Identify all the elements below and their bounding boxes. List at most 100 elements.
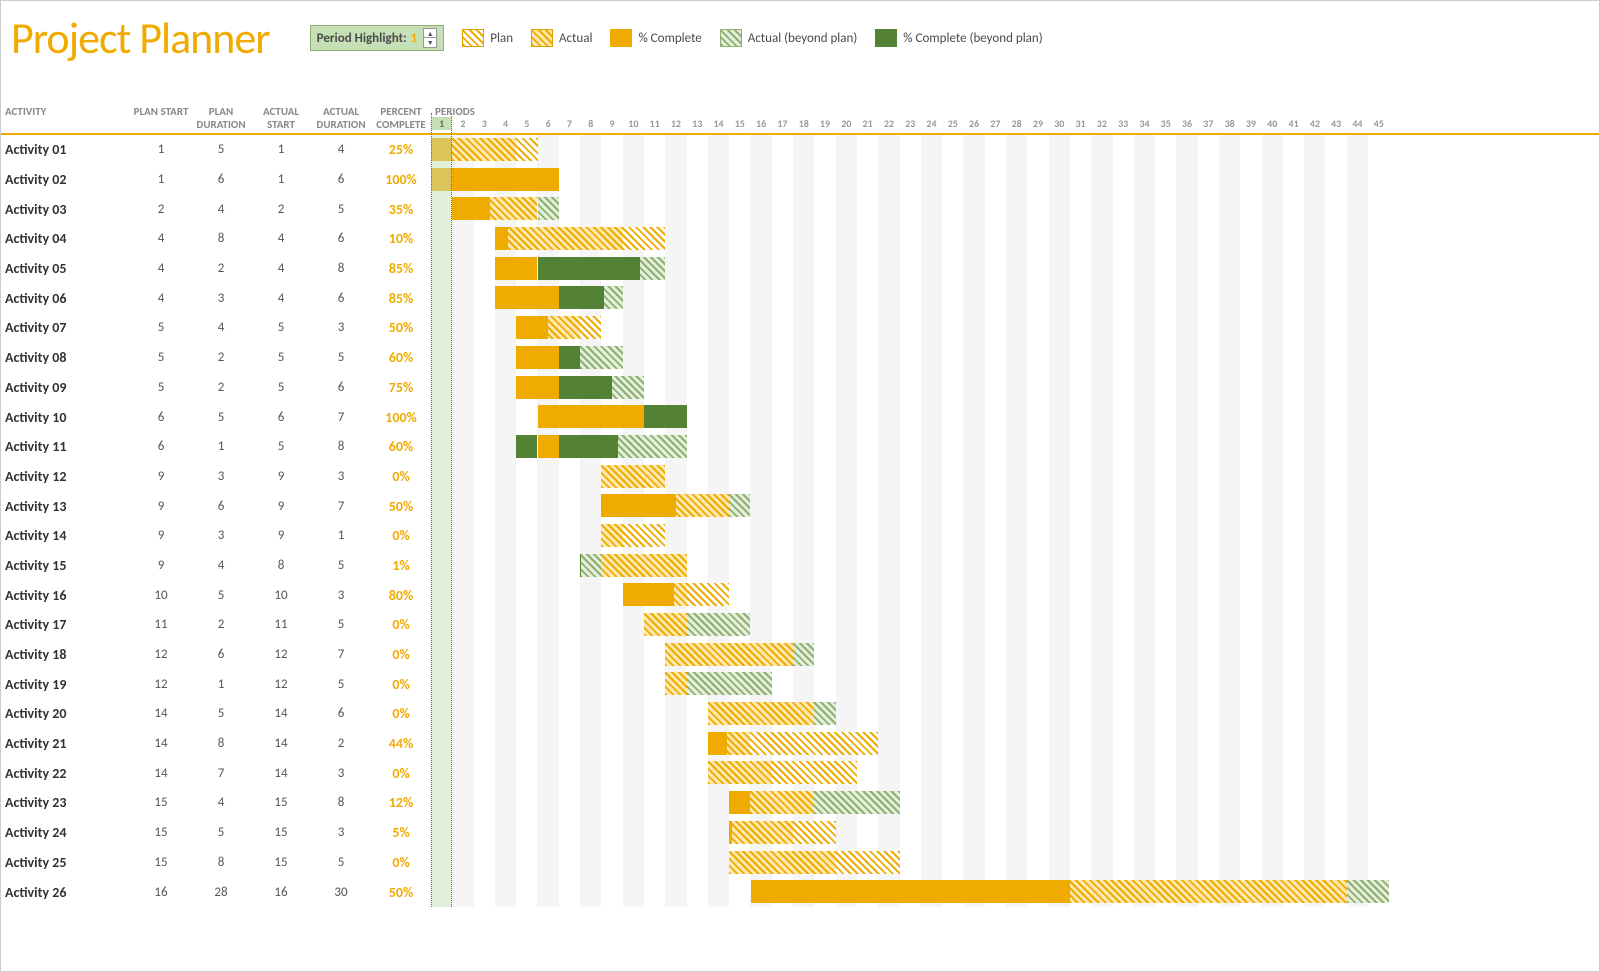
plan-start-cell: 1 — [131, 142, 191, 157]
plan-start-cell: 5 — [131, 380, 191, 395]
actual-duration-cell: 6 — [311, 706, 371, 721]
bar-beyond-actual — [729, 494, 750, 517]
gantt-row — [431, 848, 1599, 878]
actual-start-cell: 12 — [251, 677, 311, 692]
actual-duration-cell: 5 — [311, 350, 371, 365]
period-col-8: 8 — [580, 117, 601, 130]
bar-beyond-complete — [538, 257, 640, 280]
table-row: Activity 1493910% — [1, 521, 431, 551]
percent-complete-cell: 80% — [371, 587, 431, 604]
plan-duration-cell: 3 — [191, 469, 251, 484]
plan-start-cell: 14 — [131, 766, 191, 781]
period-col-36: 36 — [1176, 117, 1197, 130]
activity-name: Activity 07 — [1, 319, 131, 336]
plan-start-cell: 6 — [131, 410, 191, 425]
period-col-30: 30 — [1049, 117, 1070, 130]
bar-complete — [623, 583, 674, 606]
actual-duration-cell: 3 — [311, 825, 371, 840]
actual-duration-cell: 5 — [311, 855, 371, 870]
bar-beyond-complete — [559, 435, 619, 458]
activity-name: Activity 10 — [1, 409, 131, 426]
bar-complete — [495, 286, 559, 309]
gantt-row — [431, 669, 1599, 699]
actual-duration-cell: 3 — [311, 469, 371, 484]
table-row: Activity 05424885% — [1, 254, 431, 284]
legend-beyond-complete-label: % Complete (beyond plan) — [903, 31, 1042, 46]
actual-start-cell: 15 — [251, 825, 311, 840]
period-col-37: 37 — [1198, 117, 1219, 130]
period-col-31: 31 — [1070, 117, 1091, 130]
activity-name: Activity 25 — [1, 854, 131, 871]
plan-start-cell: 16 — [131, 885, 191, 900]
actual-duration-cell: 6 — [311, 231, 371, 246]
plan-duration-cell: 1 — [191, 439, 251, 454]
plan-start-cell: 15 — [131, 825, 191, 840]
bar-actual — [729, 821, 793, 844]
bar-beyond-complete — [516, 435, 537, 458]
table-row: Activity 06434685% — [1, 283, 431, 313]
percent-complete-cell: 25% — [371, 141, 431, 158]
period-col-40: 40 — [1262, 117, 1283, 130]
gantt-row — [431, 877, 1599, 907]
table-row: Activity 261628163050% — [1, 877, 431, 907]
plan-duration-cell: 5 — [191, 825, 251, 840]
plan-duration-cell: 5 — [191, 142, 251, 157]
percent-complete-cell: 0% — [371, 468, 431, 485]
plan-duration-cell: 4 — [191, 320, 251, 335]
plan-start-cell: 4 — [131, 261, 191, 276]
percent-complete-cell: 50% — [371, 884, 431, 901]
period-highlight-control[interactable]: Period Highlight: 1 ▲ ▼ — [310, 25, 445, 51]
actual-start-cell: 5 — [251, 380, 311, 395]
col-actual-start: ACTUAL START — [251, 105, 311, 131]
legend-beyond-complete: % Complete (beyond plan) — [875, 29, 1042, 47]
plan-start-cell: 9 — [131, 469, 191, 484]
activity-name: Activity 18 — [1, 646, 131, 663]
activity-name: Activity 13 — [1, 498, 131, 515]
spinner-down-icon[interactable]: ▼ — [424, 38, 436, 47]
period-col-19: 19 — [814, 117, 835, 130]
legend-complete-label: % Complete — [638, 31, 701, 46]
table-row: Activity 181261270% — [1, 640, 431, 670]
gantt-row — [431, 788, 1599, 818]
table-row: Activity 1293930% — [1, 462, 431, 492]
actual-start-cell: 14 — [251, 706, 311, 721]
percent-complete-cell: 10% — [371, 230, 431, 247]
percent-complete-cell: 60% — [371, 349, 431, 366]
actual-start-cell: 5 — [251, 320, 311, 335]
period-col-20: 20 — [836, 117, 857, 130]
plan-duration-cell: 4 — [191, 795, 251, 810]
table-row: Activity 1610510380% — [1, 580, 431, 610]
bar-actual — [601, 465, 665, 488]
period-highlight-spinner[interactable]: ▲ ▼ — [423, 28, 437, 48]
bar-complete — [516, 376, 559, 399]
percent-complete-cell: 85% — [371, 260, 431, 277]
period-highlight-label: Period Highlight: — [317, 31, 407, 46]
actual-duration-cell: 3 — [311, 588, 371, 603]
bar-actual — [495, 227, 623, 250]
activity-name: Activity 26 — [1, 884, 131, 901]
actual-start-cell: 4 — [251, 231, 311, 246]
gantt-row — [431, 580, 1599, 610]
swatch-plan-icon — [462, 29, 484, 47]
plan-duration-cell: 2 — [191, 350, 251, 365]
actual-duration-cell: 8 — [311, 261, 371, 276]
actual-start-cell: 5 — [251, 350, 311, 365]
actual-start-cell: 14 — [251, 766, 311, 781]
plan-duration-cell: 3 — [191, 528, 251, 543]
activity-name: Activity 20 — [1, 705, 131, 722]
plan-start-cell: 9 — [131, 499, 191, 514]
spinner-up-icon[interactable]: ▲ — [424, 29, 436, 38]
plan-start-cell: 5 — [131, 350, 191, 365]
table-row: Activity 01151425% — [1, 135, 431, 165]
activity-name: Activity 08 — [1, 349, 131, 366]
actual-duration-cell: 5 — [311, 617, 371, 632]
plan-duration-cell: 2 — [191, 617, 251, 632]
period-col-41: 41 — [1283, 117, 1304, 130]
actual-start-cell: 1 — [251, 172, 311, 187]
table-row: Activity 241551535% — [1, 818, 431, 848]
period-col-18: 18 — [793, 117, 814, 130]
period-col-16: 16 — [750, 117, 771, 130]
percent-complete-cell: 50% — [371, 498, 431, 515]
plan-duration-cell: 2 — [191, 261, 251, 276]
activity-name: Activity 19 — [1, 676, 131, 693]
